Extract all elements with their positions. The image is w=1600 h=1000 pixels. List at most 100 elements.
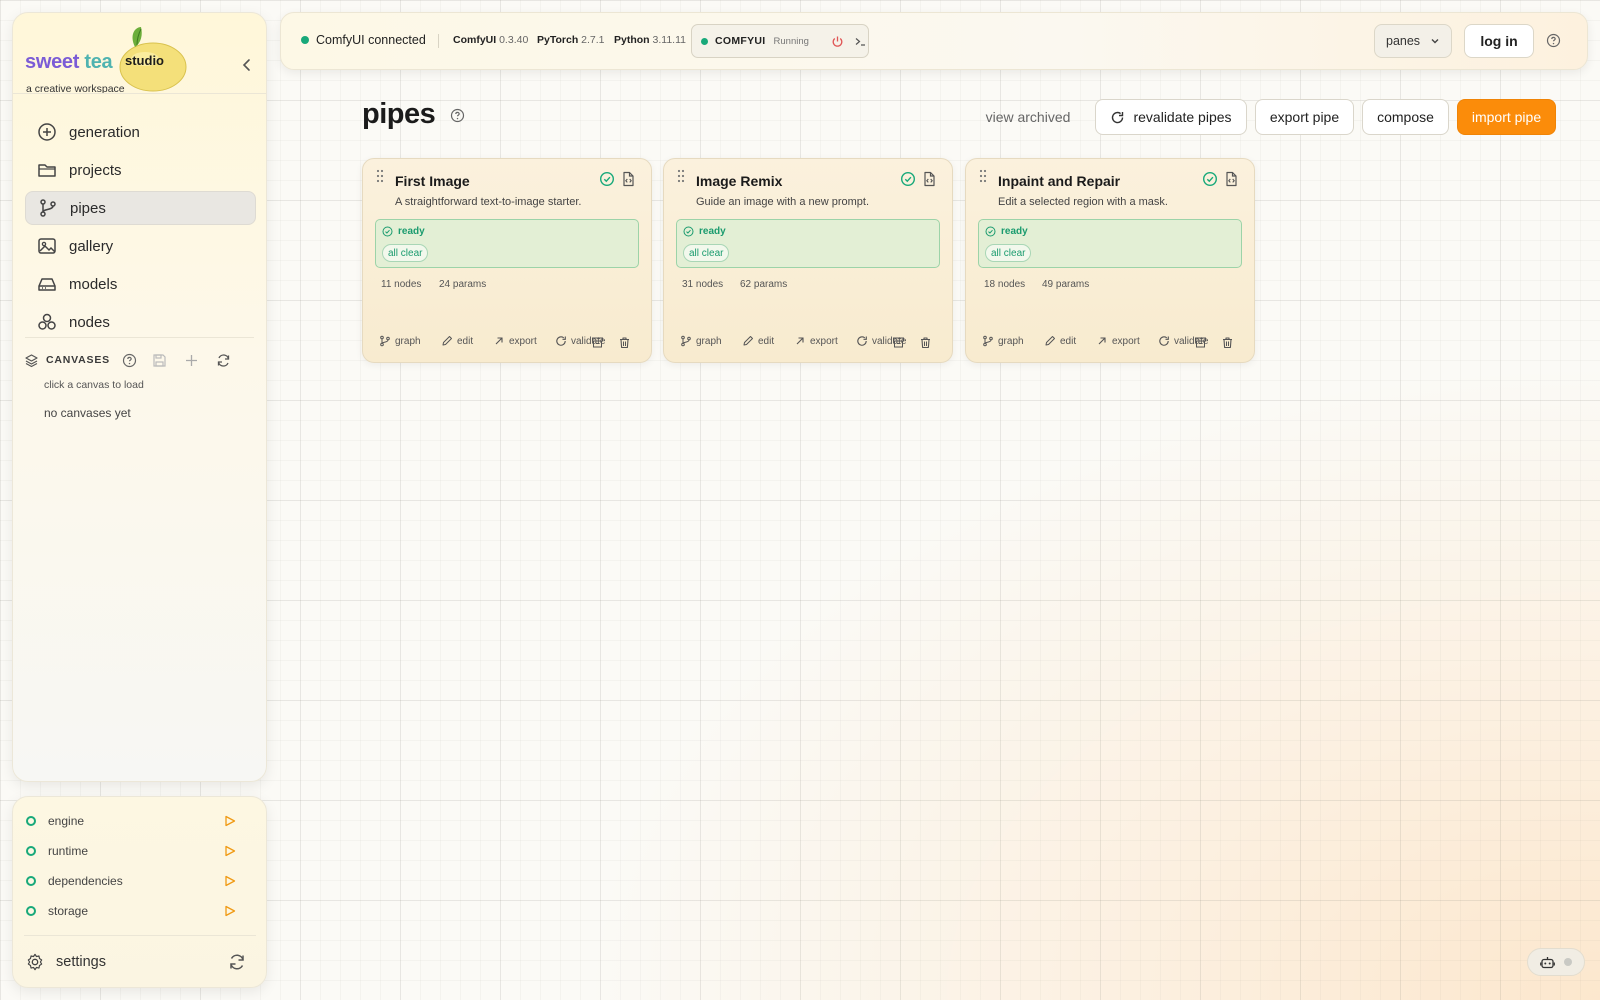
drive-icon bbox=[38, 278, 56, 291]
play-icon[interactable] bbox=[224, 875, 236, 887]
drag-handle-icon[interactable] bbox=[978, 169, 988, 183]
pipe-description: Edit a selected region with a mask. bbox=[998, 196, 1168, 208]
archive-icon[interactable] bbox=[892, 336, 905, 349]
sidebar-item-gallery[interactable]: gallery bbox=[25, 229, 256, 263]
divider bbox=[13, 93, 266, 94]
param-count: 24 params bbox=[439, 279, 487, 290]
status-row-storage[interactable]: storage bbox=[26, 901, 236, 921]
login-button[interactable]: log in bbox=[1464, 24, 1534, 58]
canvases-hint: click a canvas to load bbox=[44, 379, 144, 391]
all-clear-badge: all clear bbox=[683, 244, 730, 262]
settings-label: settings bbox=[56, 954, 106, 970]
trash-icon[interactable] bbox=[1221, 336, 1234, 349]
status-row-engine[interactable]: engine bbox=[26, 811, 236, 831]
trash-icon[interactable] bbox=[919, 336, 932, 349]
image-icon bbox=[38, 238, 56, 254]
sidebar-item-projects[interactable]: projects bbox=[25, 153, 256, 187]
chevron-down-icon bbox=[1431, 39, 1439, 44]
drag-handle-icon[interactable] bbox=[676, 169, 686, 183]
status-row-dependencies[interactable]: dependencies bbox=[26, 871, 236, 891]
export-button[interactable]: export bbox=[794, 335, 838, 347]
check-circle-icon bbox=[900, 171, 916, 187]
play-icon[interactable] bbox=[224, 845, 236, 857]
canvases-header: CANVASES bbox=[24, 350, 239, 370]
connection-label: ComfyUI connected bbox=[316, 33, 426, 47]
plus-icon[interactable] bbox=[184, 353, 199, 368]
git-branch-icon bbox=[681, 335, 691, 347]
sidebar-item-pipes[interactable]: pipes bbox=[25, 191, 256, 225]
status-dot bbox=[26, 876, 36, 886]
card-actions: graph edit export validate bbox=[680, 335, 942, 351]
refresh-icon[interactable] bbox=[216, 353, 231, 368]
export-button[interactable]: export bbox=[1096, 335, 1140, 347]
param-count: 49 params bbox=[1042, 279, 1090, 290]
sidebar-item-label: gallery bbox=[69, 237, 114, 255]
validation-status: ready all clear bbox=[375, 219, 639, 268]
export-button[interactable]: export bbox=[493, 335, 537, 347]
edit-button[interactable]: edit bbox=[742, 335, 774, 347]
file-code-icon[interactable] bbox=[620, 171, 636, 187]
status-dot bbox=[26, 846, 36, 856]
play-icon[interactable] bbox=[224, 815, 236, 827]
terminal-icon[interactable] bbox=[854, 35, 867, 48]
sidebar-item-models[interactable]: models bbox=[25, 267, 256, 301]
export-pipe-button[interactable]: export pipe bbox=[1255, 99, 1354, 135]
pencil-icon bbox=[1045, 336, 1055, 346]
help-icon[interactable] bbox=[122, 353, 137, 368]
refresh-icon bbox=[857, 336, 867, 346]
card-actions: graph edit export validate bbox=[982, 335, 1244, 351]
validation-status: ready all clear bbox=[978, 219, 1242, 268]
pipe-title: First Image bbox=[395, 173, 470, 189]
boxes-icon bbox=[38, 313, 56, 330]
help-icon[interactable] bbox=[1546, 33, 1561, 48]
panes-dropdown[interactable]: panes bbox=[1374, 24, 1452, 58]
graph-button[interactable]: graph bbox=[982, 335, 1024, 347]
status-row-runtime[interactable]: runtime bbox=[26, 841, 236, 861]
file-code-icon[interactable] bbox=[1223, 171, 1239, 187]
connection-status: ComfyUI connected bbox=[301, 33, 426, 47]
collapse-sidebar-icon[interactable] bbox=[239, 57, 255, 73]
sidebar-item-nodes[interactable]: nodes bbox=[25, 305, 256, 339]
check-circle-icon bbox=[1202, 171, 1218, 187]
layers-icon bbox=[25, 353, 38, 367]
view-archived-button[interactable]: view archived bbox=[975, 99, 1081, 135]
card-actions: graph edit export validate bbox=[379, 335, 641, 351]
drag-handle-icon[interactable] bbox=[375, 169, 385, 183]
status-ready: ready bbox=[683, 226, 726, 237]
revalidate-pipes-button[interactable]: revalidate pipes bbox=[1095, 99, 1247, 135]
pipe-title: Inpaint and Repair bbox=[998, 173, 1121, 189]
archive-icon[interactable] bbox=[591, 336, 604, 349]
import-pipe-button[interactable]: import pipe bbox=[1457, 99, 1556, 135]
divider bbox=[24, 935, 256, 936]
pipe-card-3[interactable]: Inpaint and Repair Edit a selected regio… bbox=[965, 158, 1255, 363]
power-icon[interactable] bbox=[831, 35, 844, 48]
graph-button[interactable]: graph bbox=[680, 335, 722, 347]
gear-icon bbox=[27, 953, 43, 971]
refresh-icon bbox=[1112, 111, 1124, 123]
graph-button[interactable]: graph bbox=[379, 335, 421, 347]
archive-icon[interactable] bbox=[1194, 336, 1207, 349]
folder-icon bbox=[38, 164, 56, 177]
sidebar-item-generation[interactable]: generation bbox=[25, 115, 256, 149]
play-icon[interactable] bbox=[224, 905, 236, 917]
pipe-title: Image Remix bbox=[696, 173, 783, 189]
all-clear-badge: all clear bbox=[985, 244, 1032, 262]
pipe-card-2[interactable]: Image Remix Guide an image with a new pr… bbox=[663, 158, 953, 363]
refresh-icon[interactable] bbox=[228, 953, 246, 971]
compose-button[interactable]: compose bbox=[1362, 99, 1449, 135]
edit-button[interactable]: edit bbox=[441, 335, 473, 347]
check-circle-icon bbox=[985, 226, 996, 237]
comfyui-process-control: COMFYUI Running bbox=[691, 24, 869, 58]
arrow-up-right-icon bbox=[796, 337, 804, 345]
save-icon[interactable] bbox=[152, 353, 167, 368]
help-icon[interactable] bbox=[450, 108, 465, 123]
file-code-icon[interactable] bbox=[921, 171, 937, 187]
pencil-icon bbox=[743, 336, 753, 346]
settings-button[interactable]: settings bbox=[26, 950, 246, 974]
sidebar-item-label: projects bbox=[69, 161, 122, 179]
edit-button[interactable]: edit bbox=[1044, 335, 1076, 347]
assistant-toggle[interactable] bbox=[1527, 948, 1585, 976]
pipe-card-1[interactable]: First Image A straightforward text-to-im… bbox=[362, 158, 652, 363]
trash-icon[interactable] bbox=[618, 336, 631, 349]
comfyui-label: COMFYUI bbox=[715, 35, 766, 47]
